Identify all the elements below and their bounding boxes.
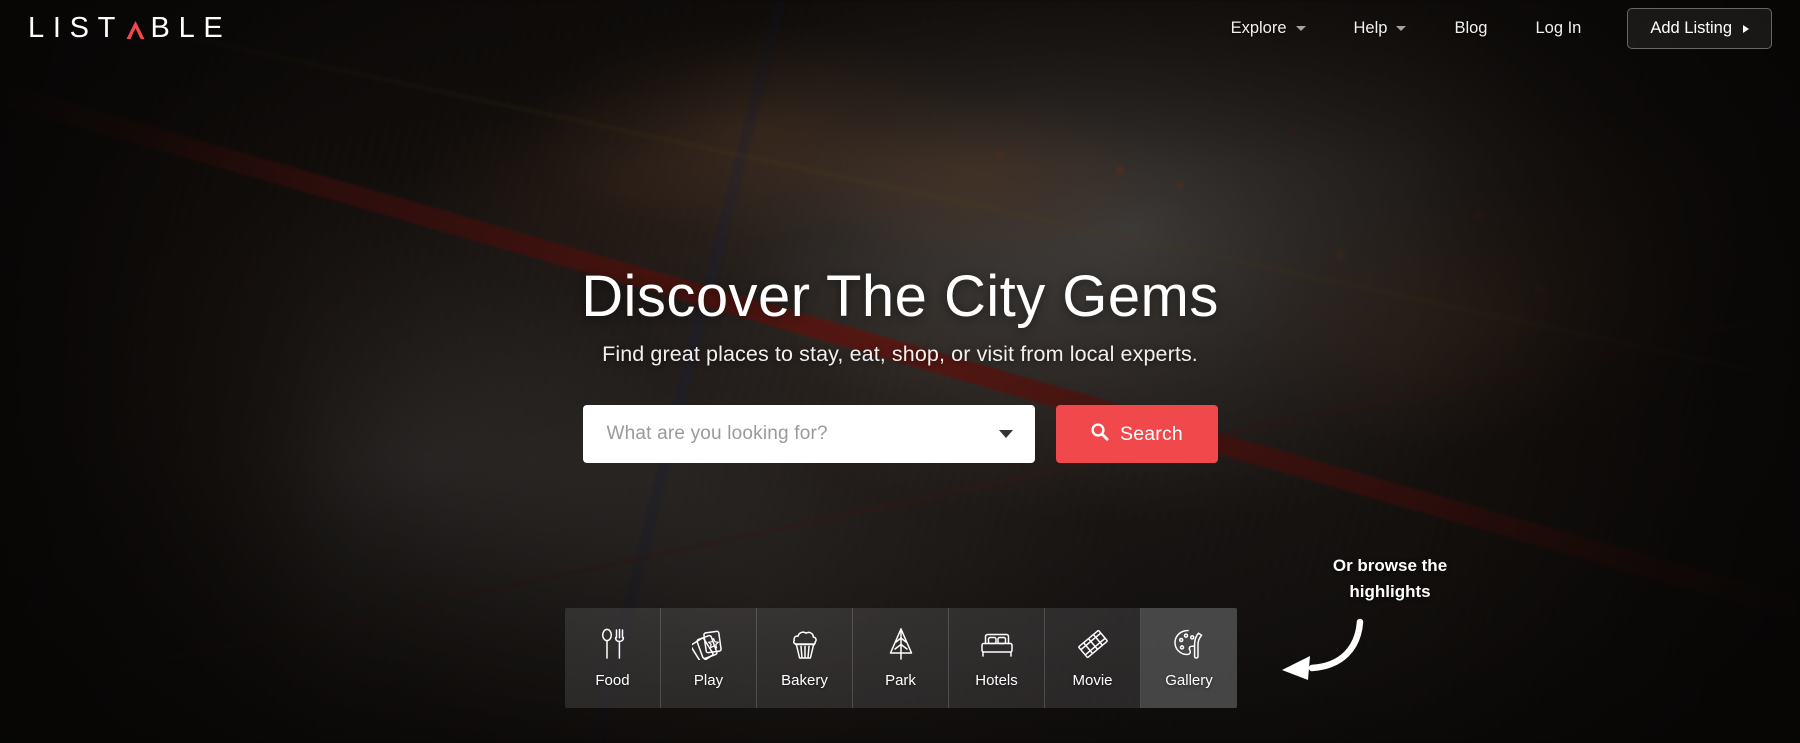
nav-item-blog[interactable]: Blog: [1430, 11, 1511, 46]
search-field-wrapper[interactable]: [582, 405, 1035, 463]
nav-item-help-label: Help: [1353, 19, 1388, 37]
category-tile-park[interactable]: Park: [853, 608, 949, 708]
nav-item-help[interactable]: Help: [1330, 11, 1431, 46]
category-tile-play[interactable]: Play: [661, 608, 757, 708]
cupcake-icon: [790, 627, 820, 661]
search-input[interactable]: [606, 423, 991, 445]
chevron-down-icon: [1295, 26, 1306, 31]
page-subtitle: Find great places to stay, eat, shop, or…: [602, 342, 1198, 366]
category-tile-movie[interactable]: Movie: [1045, 608, 1141, 708]
category-tile-bakery-label: Bakery: [781, 672, 828, 689]
search-bar: Search: [582, 405, 1218, 463]
nav-item-explore-label: Explore: [1230, 19, 1287, 37]
nav-item-login-label: Log In: [1535, 19, 1582, 37]
logo-text-left: LIST: [28, 12, 125, 44]
cards-icon: [691, 627, 726, 661]
page-title: Discover The City Gems: [581, 264, 1219, 329]
nav-item-blog-label: Blog: [1454, 19, 1488, 37]
search-button-label: Search: [1120, 422, 1183, 445]
category-tile-park-label: Park: [885, 672, 916, 689]
palette-icon: [1173, 627, 1205, 661]
bed-icon: [979, 627, 1015, 661]
hero-section: LIST BLE Explore Help Blog Log In Add Li…: [0, 0, 1800, 743]
category-tile-hotels-label: Hotels: [975, 672, 1018, 689]
tree-icon: [887, 627, 915, 661]
hero-content: Discover The City Gems Find great places…: [0, 0, 1800, 463]
nav-item-explore[interactable]: Explore: [1207, 11, 1330, 46]
spoon-fork-icon: [598, 627, 628, 661]
site-header: LIST BLE Explore Help Blog Log In Add Li…: [0, 0, 1800, 57]
film-strip-icon: [1076, 627, 1110, 661]
chevron-down-icon: [1396, 26, 1407, 31]
nav-item-login[interactable]: Log In: [1511, 11, 1605, 46]
caret-right-icon: [1743, 24, 1749, 33]
add-listing-label: Add Listing: [1650, 19, 1732, 37]
search-icon: [1090, 422, 1109, 447]
category-tile-food[interactable]: Food: [565, 608, 661, 708]
category-tile-food-label: Food: [595, 672, 630, 689]
category-tile-hotels[interactable]: Hotels: [949, 608, 1045, 708]
category-tile-movie-label: Movie: [1072, 672, 1113, 689]
main-navigation: Explore Help Blog Log In Add Listing: [1207, 8, 1772, 49]
category-tile-play-label: Play: [693, 672, 724, 689]
category-tile-gallery-label: Gallery: [1165, 672, 1213, 689]
logo-chevron-a-icon: [125, 19, 146, 41]
category-tile-gallery[interactable]: Gallery: [1141, 608, 1237, 708]
add-listing-button[interactable]: Add Listing: [1627, 8, 1772, 49]
chevron-down-icon[interactable]: [998, 430, 1013, 438]
category-tiles: Food Play Bakery Park Hotels Movie Galle…: [565, 608, 1237, 708]
category-tile-bakery[interactable]: Bakery: [757, 608, 853, 708]
search-button[interactable]: Search: [1055, 405, 1218, 463]
logo-text-right: BLE: [150, 12, 232, 44]
site-logo[interactable]: LIST BLE: [28, 14, 231, 43]
